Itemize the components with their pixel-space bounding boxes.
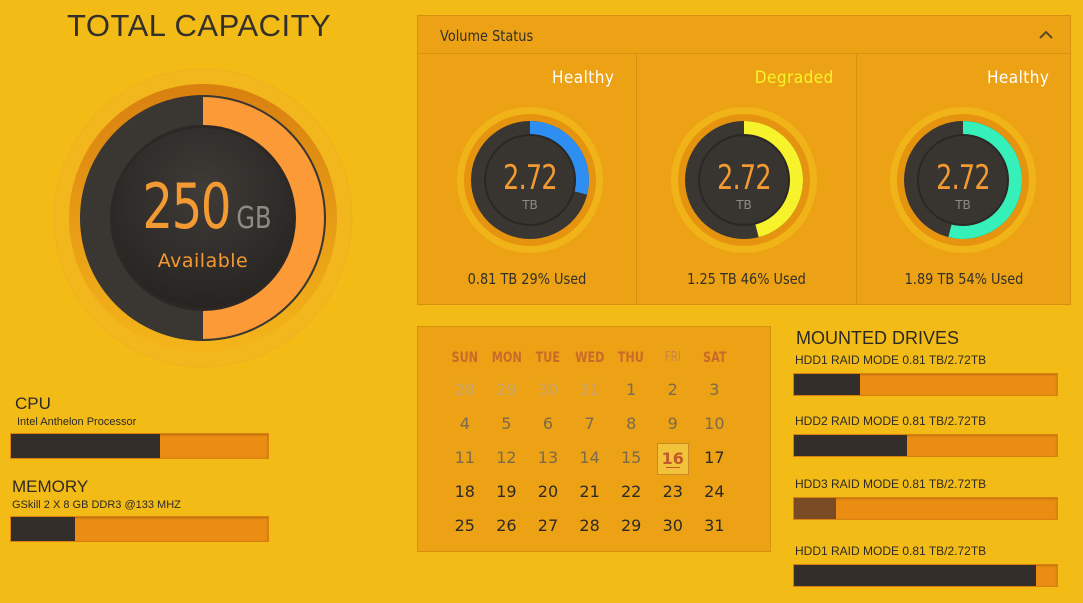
calendar-day[interactable]: 30: [527, 373, 569, 407]
calendar-day[interactable]: 20: [527, 475, 569, 509]
calendar-day[interactable]: 8: [610, 407, 652, 441]
drive-label: HDD2 RAID MODE 0.81 TB/2.72TB: [795, 414, 987, 428]
drive-usage-fill: [794, 498, 837, 519]
chevron-up-icon[interactable]: [1034, 23, 1058, 47]
calendar-weekday-header: THU: [618, 350, 645, 366]
calendar-weekday-header: WED: [574, 350, 605, 366]
volume-capacity-value: 2.72: [503, 158, 558, 198]
volume-capacity-value: 2.72: [936, 158, 991, 198]
memory-usage-fill: [11, 517, 76, 541]
volume-gauge: 2.72 TB: [670, 106, 818, 254]
calendar-day[interactable]: 7: [569, 407, 611, 441]
volume-status-label: Healthy: [986, 68, 1049, 88]
calendar-day[interactable]: 19: [486, 475, 528, 509]
drive-label: HDD1 RAID MODE 0.81 TB/2.72TB: [795, 544, 987, 558]
calendar-day[interactable]: 28: [569, 509, 611, 543]
volume-status-title: Volume Status: [440, 27, 534, 45]
calendar-day-today[interactable]: 16: [652, 441, 694, 475]
drive-usage-bar: [793, 373, 1058, 396]
volume-card-1: Healthy 2.72 TB 0.81 TB 29% Used: [418, 54, 636, 305]
drive-usage-fill: [794, 374, 860, 395]
total-capacity-title: TOTAL CAPACITY: [67, 8, 332, 43]
calendar-day[interactable]: 29: [610, 509, 652, 543]
calendar-day[interactable]: 29: [486, 373, 528, 407]
calendar-weekday-header: MON: [491, 350, 522, 366]
drive-label: HDD3 RAID MODE 0.81 TB/2.72TB: [795, 477, 987, 491]
calendar-day[interactable]: 25: [444, 509, 486, 543]
calendar-day[interactable]: 22: [610, 475, 652, 509]
calendar-day[interactable]: 4: [444, 407, 486, 441]
calendar: SUN MON TUE WED THU FRI SAT 28 29 30 31 1 2 3 4 5 6 7 8 9 10…: [417, 326, 771, 552]
calendar-day[interactable]: 27: [527, 509, 569, 543]
volume-status-header: Volume Status: [418, 16, 1070, 54]
volume-capacity-unit: TB: [955, 198, 971, 212]
drive-usage-bar: [793, 434, 1058, 457]
volume-capacity-unit: TB: [522, 198, 538, 212]
volume-capacity-value: 2.72: [717, 158, 772, 198]
calendar-day[interactable]: 24: [694, 475, 736, 509]
volume-used-text: 1.89 TB 54% Used: [904, 270, 1024, 288]
calendar-day[interactable]: 30: [652, 509, 694, 543]
calendar-day[interactable]: 10: [694, 407, 736, 441]
calendar-day[interactable]: 15: [610, 441, 652, 475]
calendar-day[interactable]: 6: [527, 407, 569, 441]
total-capacity-gauge: 250 GB Available: [53, 68, 353, 368]
calendar-weekday-header: TUE: [535, 350, 561, 366]
volume-gauge: 2.72 TB: [889, 106, 1037, 254]
drive-usage-bar: [793, 497, 1058, 520]
calendar-grid: SUN MON TUE WED THU FRI SAT 28 29 30 31 1 2 3 4 5 6 7 8 9 10…: [444, 343, 735, 543]
cpu-name: Intel Anthelon Processor: [17, 416, 137, 428]
calendar-weekday-header: SUN: [451, 350, 479, 366]
total-capacity-unit: GB: [236, 201, 272, 236]
cpu-usage-fill: [11, 434, 161, 458]
volume-status-label: Healthy: [551, 68, 614, 88]
calendar-day[interactable]: 12: [486, 441, 528, 475]
calendar-day[interactable]: 14: [569, 441, 611, 475]
cpu-usage-bar: [10, 433, 269, 459]
memory-label: MEMORY: [12, 477, 89, 496]
volume-used-text: 0.81 TB 29% Used: [467, 270, 587, 288]
total-capacity-label: Available: [157, 250, 249, 272]
calendar-weekday-header: FRI: [664, 350, 681, 365]
calendar-day[interactable]: 3: [694, 373, 736, 407]
cpu-label: CPU: [15, 394, 51, 413]
calendar-day[interactable]: 26: [486, 509, 528, 543]
volume-status-panel: Volume Status Healthy 2.72 TB 0.81 TB 29…: [417, 15, 1071, 305]
volume-card-3: Healthy 2.72 TB 1.89 TB 54% Used: [856, 54, 1071, 305]
calendar-day[interactable]: 28: [444, 373, 486, 407]
memory-usage-bar: [10, 516, 269, 542]
drive-usage-fill: [794, 565, 1036, 586]
calendar-day[interactable]: 1: [610, 373, 652, 407]
calendar-day[interactable]: 18: [444, 475, 486, 509]
memory-name: GSkill 2 X 8 GB DDR3 @133 MHZ: [12, 499, 181, 511]
drive-usage-fill: [794, 435, 908, 456]
total-capacity-value: 250: [142, 170, 231, 243]
calendar-day[interactable]: 31: [694, 509, 736, 543]
calendar-weekday-header: SAT: [702, 350, 727, 366]
volume-used-text: 1.25 TB 46% Used: [687, 270, 806, 288]
volume-capacity-unit: TB: [736, 198, 752, 212]
calendar-day[interactable]: 21: [569, 475, 611, 509]
volume-gauge: 2.72 TB: [456, 106, 604, 254]
calendar-day[interactable]: 31: [569, 373, 611, 407]
calendar-day[interactable]: 23: [652, 475, 694, 509]
mounted-drives-title: MOUNTED DRIVES: [796, 328, 960, 348]
drive-label: HDD1 RAID MODE 0.81 TB/2.72TB: [795, 353, 987, 367]
calendar-day[interactable]: 5: [486, 407, 528, 441]
drive-usage-bar: [793, 564, 1058, 587]
calendar-day[interactable]: 11: [444, 441, 486, 475]
calendar-day[interactable]: 17: [694, 441, 736, 475]
volume-status-label: Degraded: [754, 68, 834, 88]
calendar-day[interactable]: 2: [652, 373, 694, 407]
volume-card-2: Degraded 2.72 TB 1.25 TB 46% Used: [636, 54, 856, 305]
calendar-day[interactable]: 13: [527, 441, 569, 475]
calendar-day[interactable]: 9: [652, 407, 694, 441]
